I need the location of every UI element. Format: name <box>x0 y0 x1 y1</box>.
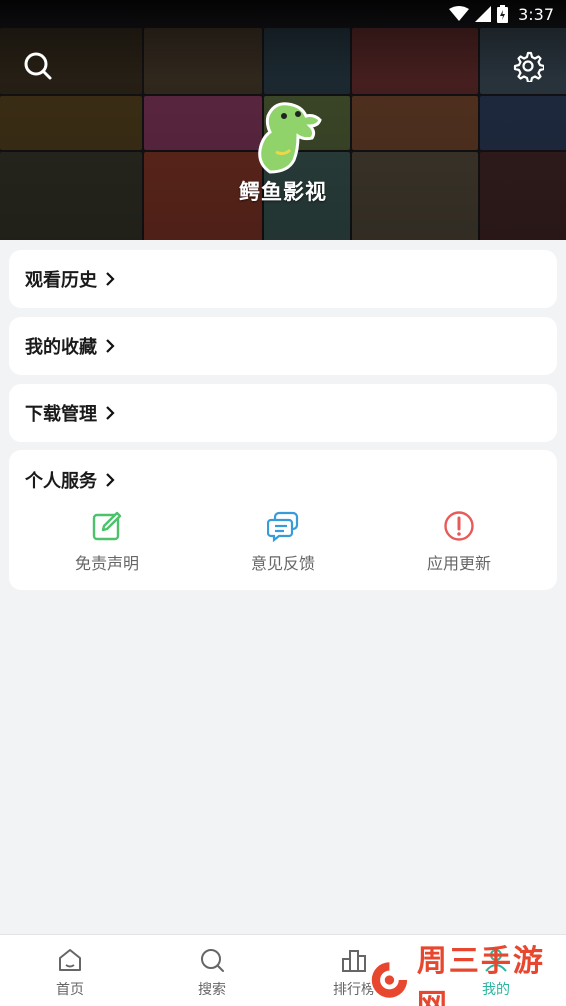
services-card: 个人服务 免责声明 意见反馈 应用更新 <box>9 450 557 590</box>
chevron-right-icon <box>106 406 115 420</box>
signal-icon <box>475 6 492 22</box>
menu-label: 我的收藏 <box>25 337 97 358</box>
battery-icon <box>497 5 509 23</box>
service-label: 应用更新 <box>426 554 491 573</box>
menu-item-favorites[interactable]: 我的收藏 <box>9 317 557 375</box>
chevron-right-icon <box>106 272 115 286</box>
crocodile-logo <box>258 102 322 174</box>
menu-label: 下载管理 <box>25 404 97 425</box>
wifi-icon <box>449 6 470 21</box>
search-icon <box>201 949 224 972</box>
menu-item-downloads[interactable]: 下载管理 <box>9 384 557 442</box>
chevron-right-icon <box>106 339 115 353</box>
ranking-icon <box>342 950 366 972</box>
chevron-right-icon <box>106 473 115 487</box>
nav-item-home[interactable]: 首页 <box>25 947 115 999</box>
profile-header: 3:37 鳄鱼影视 <box>0 0 566 240</box>
service-label: 免责声明 <box>74 554 139 573</box>
menu-item-history[interactable]: 观看历史 <box>9 250 557 308</box>
nav-label: 搜索 <box>198 982 226 998</box>
watermark: 周三手游网 <box>368 944 566 1006</box>
status-bar: 3:37 <box>0 0 566 28</box>
search-icon[interactable] <box>22 50 54 82</box>
services-header[interactable]: 个人服务 <box>9 450 557 510</box>
services-row: 免责声明 意见反馈 应用更新 <box>9 510 557 580</box>
watermark-logo-icon <box>369 960 410 1000</box>
services-title: 个人服务 <box>25 471 97 492</box>
nav-label: 首页 <box>56 982 84 998</box>
edit-icon <box>92 511 122 541</box>
app-update-button[interactable]: 应用更新 <box>399 510 519 574</box>
feedback-button[interactable]: 意见反馈 <box>223 510 343 574</box>
chat-icon <box>267 511 299 542</box>
nav-item-search[interactable]: 搜索 <box>167 947 257 999</box>
watermark-text: 周三手游网 <box>416 944 545 1006</box>
home-icon <box>59 949 81 971</box>
app-name: 鳄鱼影视 <box>239 180 327 204</box>
service-label: 意见反馈 <box>250 554 315 573</box>
menu-label: 观看历史 <box>25 270 97 291</box>
gear-icon[interactable] <box>512 50 544 82</box>
alert-icon <box>444 511 474 541</box>
status-time: 3:37 <box>518 4 554 24</box>
disclaimer-button[interactable]: 免责声明 <box>47 510 167 574</box>
